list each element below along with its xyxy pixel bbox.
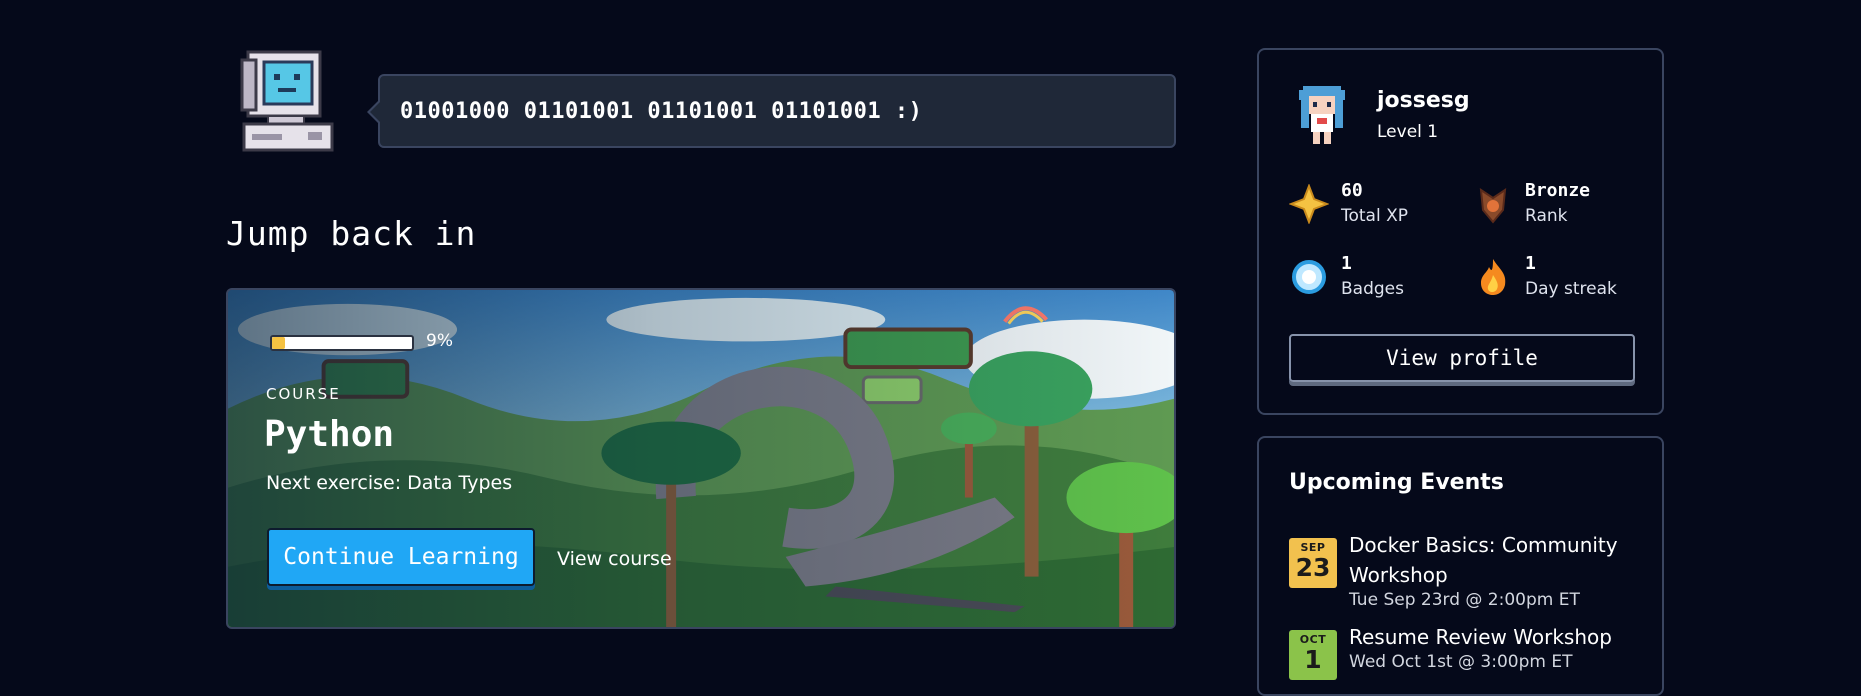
event-month: OCT	[1299, 633, 1327, 646]
stat-label: Total XP	[1341, 206, 1409, 226]
event-title[interactable]: Docker Basics: Community Workshop	[1349, 530, 1639, 590]
binary-greeting: 01001000 01101001 01101001 01101001 :)	[400, 98, 923, 124]
stat-value: Bronze	[1525, 180, 1591, 201]
event-day: 23	[1295, 553, 1331, 582]
course-name: Python	[264, 414, 395, 455]
course-progress-fill	[272, 337, 285, 349]
section-title: Jump back in	[226, 214, 477, 253]
avatar[interactable]	[1295, 84, 1349, 146]
stat-label: Day streak	[1525, 279, 1617, 299]
user-level: Level 1	[1377, 122, 1439, 142]
username: jossesg	[1377, 88, 1470, 113]
stat-label: Badges	[1341, 279, 1404, 299]
stat-label: Rank	[1525, 206, 1568, 226]
event-month: SEP	[1300, 541, 1326, 554]
event-title[interactable]: Resume Review Workshop	[1349, 622, 1639, 652]
computer-mascot-icon	[240, 50, 334, 152]
course-kicker: COURSE	[266, 385, 341, 403]
badge-gem-icon	[1292, 260, 1326, 294]
speech-bubble: 01001000 01101001 01101001 01101001 :)	[367, 74, 1176, 148]
event-day: 1	[1304, 645, 1322, 674]
continue-learning-button[interactable]: Continue Learning	[267, 528, 535, 586]
xp-star-icon	[1289, 184, 1329, 224]
event-date-badge: OCT 1	[1289, 630, 1337, 680]
event-time: Tue Sep 23rd @ 2:00pm ET	[1349, 590, 1580, 610]
stat-value: 60	[1341, 180, 1363, 201]
events-title: Upcoming Events	[1289, 470, 1504, 495]
course-progress-bar	[270, 335, 414, 351]
next-exercise-text: Next exercise: Data Types	[266, 472, 513, 494]
course-progress-label: 9%	[426, 331, 453, 351]
stat-value: 1	[1525, 253, 1536, 274]
flame-icon	[1481, 259, 1506, 295]
course-card[interactable]: 9% COURSE Python Next exercise: Data Typ…	[226, 288, 1176, 629]
upcoming-events-card: Upcoming Events SEP 23 Docker Basics: Co…	[1257, 436, 1664, 696]
event-date-badge: SEP 23	[1289, 538, 1337, 588]
event-time: Wed Oct 1st @ 3:00pm ET	[1349, 652, 1573, 672]
profile-card: jossesg Level 1 60 Total XP Bronze Rank …	[1257, 48, 1664, 415]
view-course-link[interactable]: View course	[557, 548, 672, 570]
stat-value: 1	[1341, 253, 1352, 274]
view-profile-button[interactable]: View profile	[1289, 334, 1635, 382]
bronze-rank-icon	[1479, 187, 1507, 224]
